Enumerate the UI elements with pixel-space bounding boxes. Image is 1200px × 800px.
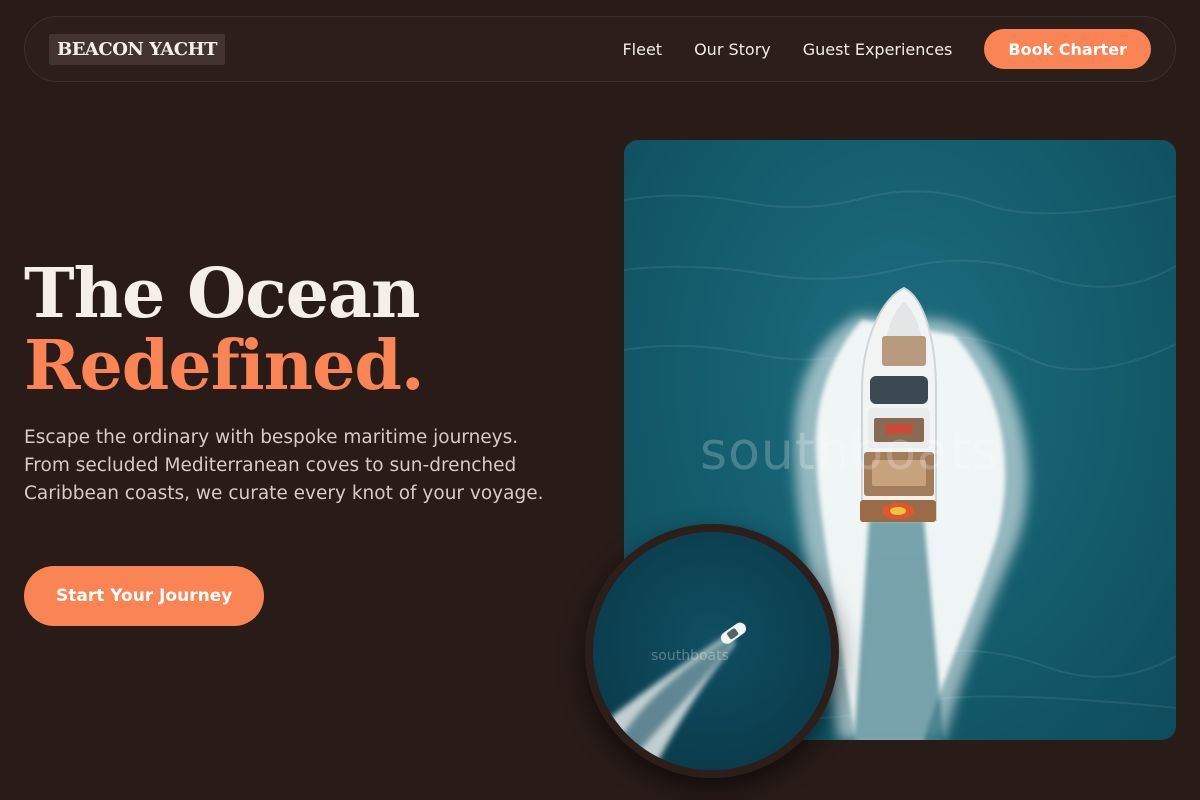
hero-title-line-1: The Ocean [24,254,420,334]
top-navigation: BEACON YACHT Fleet Our Story Guest Exper… [24,16,1176,82]
start-journey-button[interactable]: Start Your Journey [24,566,265,626]
hero-title-line-2: Redefined. [24,326,425,406]
nav-links: Fleet Our Story Guest Experiences Book C… [622,29,1151,69]
hero-title: The Ocean Redefined. [24,254,425,406]
brand-logo[interactable]: BEACON YACHT [49,34,226,65]
yacht-inset-photo: southboats [585,524,839,778]
nav-link-our-story[interactable]: Our Story [694,40,771,59]
inset-watermark: southboats [651,648,729,664]
nav-link-guest-experiences[interactable]: Guest Experiences [803,40,953,59]
image-watermark: southboats [700,422,1000,482]
book-charter-button[interactable]: Book Charter [984,29,1151,69]
nav-link-fleet[interactable]: Fleet [622,40,662,59]
hero-description: Escape the ordinary with bespoke maritim… [24,427,544,504]
